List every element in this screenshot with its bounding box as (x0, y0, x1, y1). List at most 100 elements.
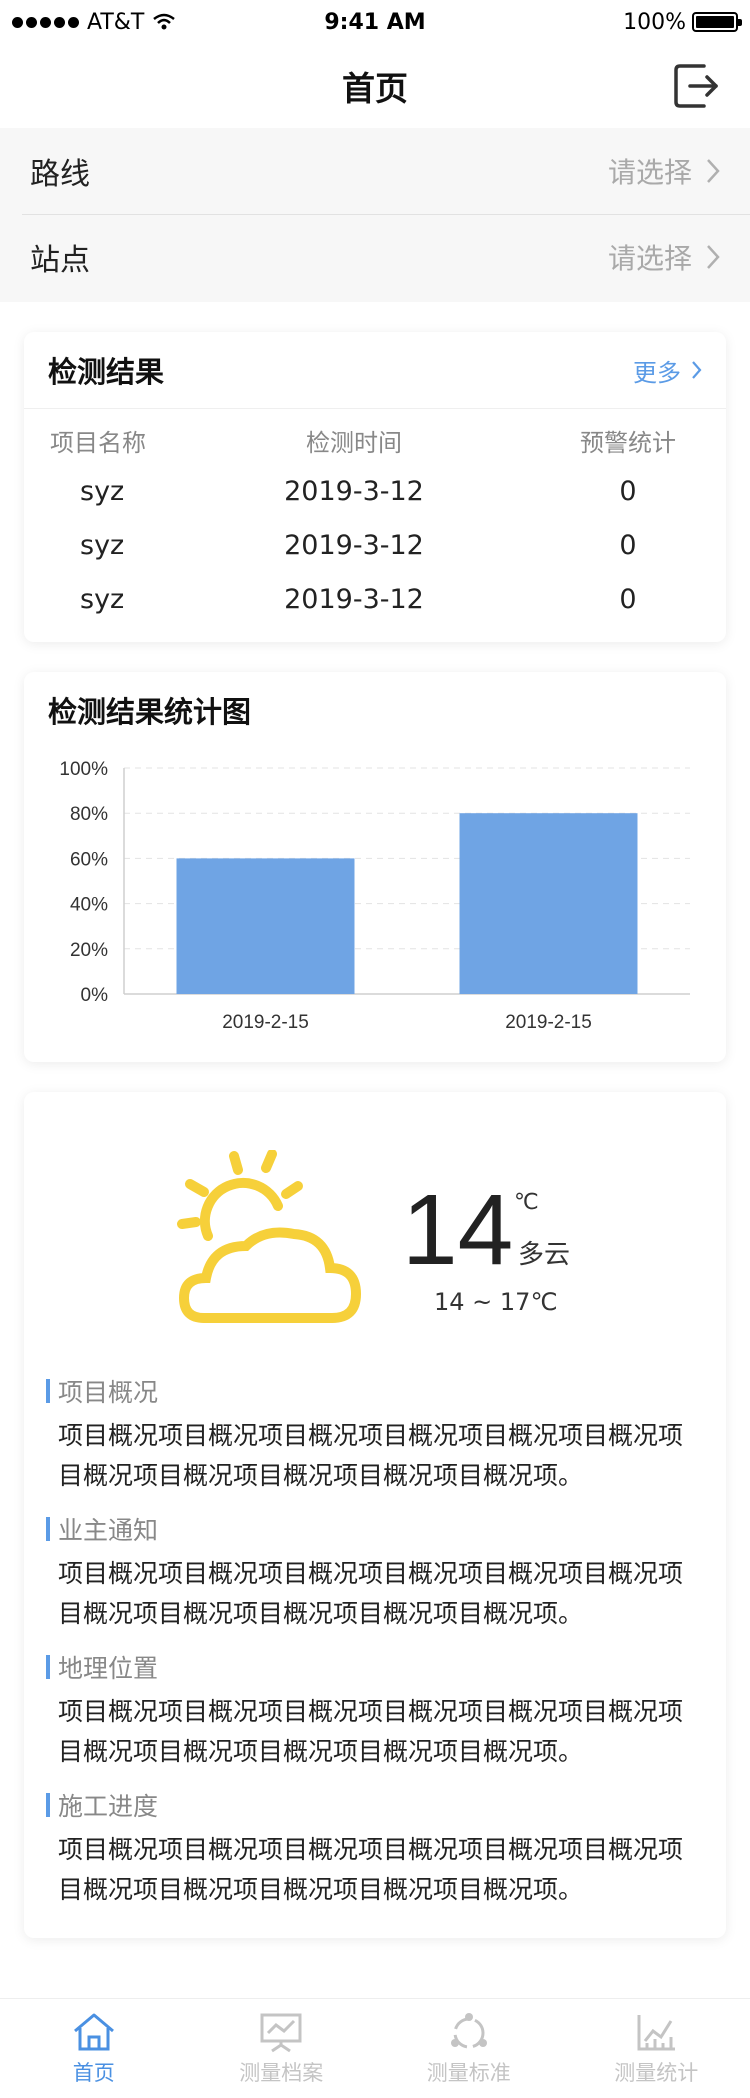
chart-header: 检测结果统计图 (24, 672, 726, 748)
info-heading: 项目概况 (46, 1374, 706, 1408)
check-time-cell: 2019-3-12 (284, 475, 424, 507)
station-value: 请选择 (608, 237, 720, 277)
accent-bar (46, 1379, 50, 1403)
info-body: 项目概况项目概况项目概况项目概况项目概况项目概况项目概况项目概况项目概况项目概况… (58, 1559, 684, 1628)
results-title: 检测结果 (48, 355, 165, 389)
info-heading: 施工进度 (46, 1788, 706, 1822)
tab-label: 测量统计 (614, 2060, 699, 2085)
tab-bar: 首页 测量档案 测量标准 测量统计 (0, 1998, 750, 2098)
info-section-location: 地理位置 项目概况项目概况项目概况项目概况项目概况项目概况项目概况项目概况项目概… (46, 1650, 706, 1772)
table-row[interactable]: syz 2019-3-12 0 (24, 518, 726, 572)
project-name-cell: syz (80, 529, 125, 561)
wifi-icon (153, 13, 176, 30)
results-table: 项目名称 检测时间 预警统计 syz 2019-3-12 0 syz 2019-… (24, 416, 726, 626)
info-heading: 地理位置 (46, 1650, 706, 1684)
accent-bar (46, 1517, 50, 1541)
temperature-range: 14 ~ 17℃ (434, 1288, 558, 1316)
y-tick-label: 20% (70, 940, 108, 961)
y-tick-label: 80% (70, 804, 108, 825)
header-divider (24, 408, 726, 409)
weather-panel: 14 ℃ 多云 14 ~ 17℃ (24, 1092, 726, 1352)
temperature-unit: ℃ (514, 1190, 539, 1215)
route-label: 路线 (30, 157, 90, 192)
battery-percent: 100% (623, 9, 686, 35)
status-left: AT&T (12, 10, 176, 35)
column-header: 项目名称 (50, 428, 146, 457)
logout-icon[interactable] (672, 60, 722, 112)
column-header: 检测时间 (306, 428, 402, 457)
accent-bar (46, 1655, 50, 1679)
accent-bar (46, 1793, 50, 1817)
check-time-cell: 2019-3-12 (284, 583, 424, 615)
more-label: 更多 (633, 358, 681, 387)
bar (176, 858, 355, 994)
tab-label: 首页 (72, 2060, 115, 2085)
info-body: 项目概况项目概况项目概况项目概况项目概况项目概况项目概况项目概况项目概况项目概况… (58, 1421, 684, 1490)
signal-strength-icon (12, 16, 79, 28)
y-tick-label: 100% (59, 759, 108, 780)
statistics-icon (637, 2014, 676, 2050)
status-bar: AT&T 9:41 AM 100% (0, 0, 750, 44)
station-placeholder: 请选择 (607, 242, 692, 275)
standard-icon (450, 2012, 487, 2048)
info-body: 项目概况项目概况项目概况项目概况项目概况项目概况项目概况项目概况项目概况项目概况… (58, 1835, 684, 1904)
info-section-overview: 项目概况 项目概况项目概况项目概况项目概况项目概况项目概况项目概况项目概况项目概… (46, 1374, 706, 1496)
project-name-cell: syz (80, 583, 125, 615)
info-body: 项目概况项目概况项目概况项目概况项目概况项目概况项目概况项目概况项目概况项目概况… (58, 1697, 684, 1766)
bar-chart: 0% 20% 40% 60% 80% 100% 2019-2-15 2019-2-15 (59, 759, 690, 1033)
home-icon (73, 2013, 114, 2050)
warning-count-cell: 0 (619, 583, 637, 615)
bar (459, 813, 638, 994)
results-card: 检测结果 更多 项目名称 检测时间 预警统计 syz 2019-3-12 0 s… (24, 332, 726, 642)
info-section-notice: 业主通知 项目概况项目概况项目概况项目概况项目概况项目概况项目概况项目概况项目概… (46, 1512, 706, 1634)
battery-icon (692, 12, 742, 32)
y-tick-label: 0% (81, 985, 109, 1006)
route-selector[interactable]: 路线 请选择 (0, 128, 750, 214)
weather-description: 多云 (518, 1240, 571, 1270)
tab-label: 测量档案 (239, 2060, 324, 2085)
info-heading: 业主通知 (46, 1512, 706, 1546)
route-placeholder: 请选择 (607, 156, 692, 189)
results-header: 检测结果 更多 (24, 332, 726, 408)
tab-label: 测量标准 (426, 2060, 511, 2085)
station-label: 站点 (30, 243, 90, 278)
table-header: 项目名称 检测时间 预警统计 (24, 416, 726, 464)
chevron-right-icon (692, 361, 702, 379)
info-section-progress: 施工进度 项目概况项目概况项目概况项目概况项目概况项目概况项目概况项目概况项目概… (46, 1788, 706, 1910)
more-link[interactable]: 更多 (633, 353, 702, 388)
carrier-label: AT&T (87, 9, 145, 35)
tab-statistics[interactable]: 测量统计 (563, 1999, 750, 2098)
partly-cloudy-icon (177, 1150, 362, 1323)
table-row[interactable]: syz 2019-3-12 0 (24, 572, 726, 626)
column-header: 预警统计 (580, 428, 676, 457)
table-row[interactable]: syz 2019-3-12 0 (24, 464, 726, 518)
x-tick-label: 2019-2-15 (505, 1012, 592, 1033)
status-right: 100% (623, 9, 742, 35)
tab-archive[interactable]: 测量档案 (188, 1999, 376, 2098)
route-value: 请选择 (608, 151, 720, 191)
check-time-cell: 2019-3-12 (284, 529, 424, 561)
station-selector[interactable]: 站点 请选择 (0, 214, 750, 300)
selector-block: 路线 请选择 站点 请选择 (0, 128, 750, 302)
warning-count-cell: 0 (619, 529, 637, 561)
tab-standard[interactable]: 测量标准 (375, 1999, 563, 2098)
info-heading-label: 施工进度 (58, 1792, 159, 1821)
info-list: 项目概况 项目概况项目概况项目概况项目概况项目概况项目概况项目概况项目概况项目概… (46, 1374, 706, 1926)
project-name-cell: syz (80, 475, 125, 507)
page-title: 首页 (342, 69, 408, 108)
weather-card: 14 ℃ 多云 14 ~ 17℃ 项目概况 项目概况项目概况项目概况项目概况项目… (24, 1092, 726, 1938)
y-tick-label: 40% (70, 895, 108, 916)
info-heading-label: 业主通知 (58, 1516, 159, 1545)
chart-card: 检测结果统计图 0% 20% 40% 60% 80% 100% 2019-2-15 2019-… (24, 672, 726, 1062)
y-tick-label: 60% (70, 849, 108, 870)
x-tick-label: 2019-2-15 (222, 1012, 309, 1033)
temperature: 14 (402, 1174, 514, 1286)
archive-chart-icon (260, 2013, 302, 2052)
nav-bar: 首页 (0, 44, 750, 128)
chart-title: 检测结果统计图 (48, 695, 252, 729)
warning-count-cell: 0 (619, 475, 637, 507)
info-heading-label: 地理位置 (58, 1654, 159, 1683)
tab-home[interactable]: 首页 (0, 1999, 188, 2098)
info-heading-label: 项目概况 (58, 1378, 159, 1407)
chevron-right-icon (707, 159, 720, 183)
